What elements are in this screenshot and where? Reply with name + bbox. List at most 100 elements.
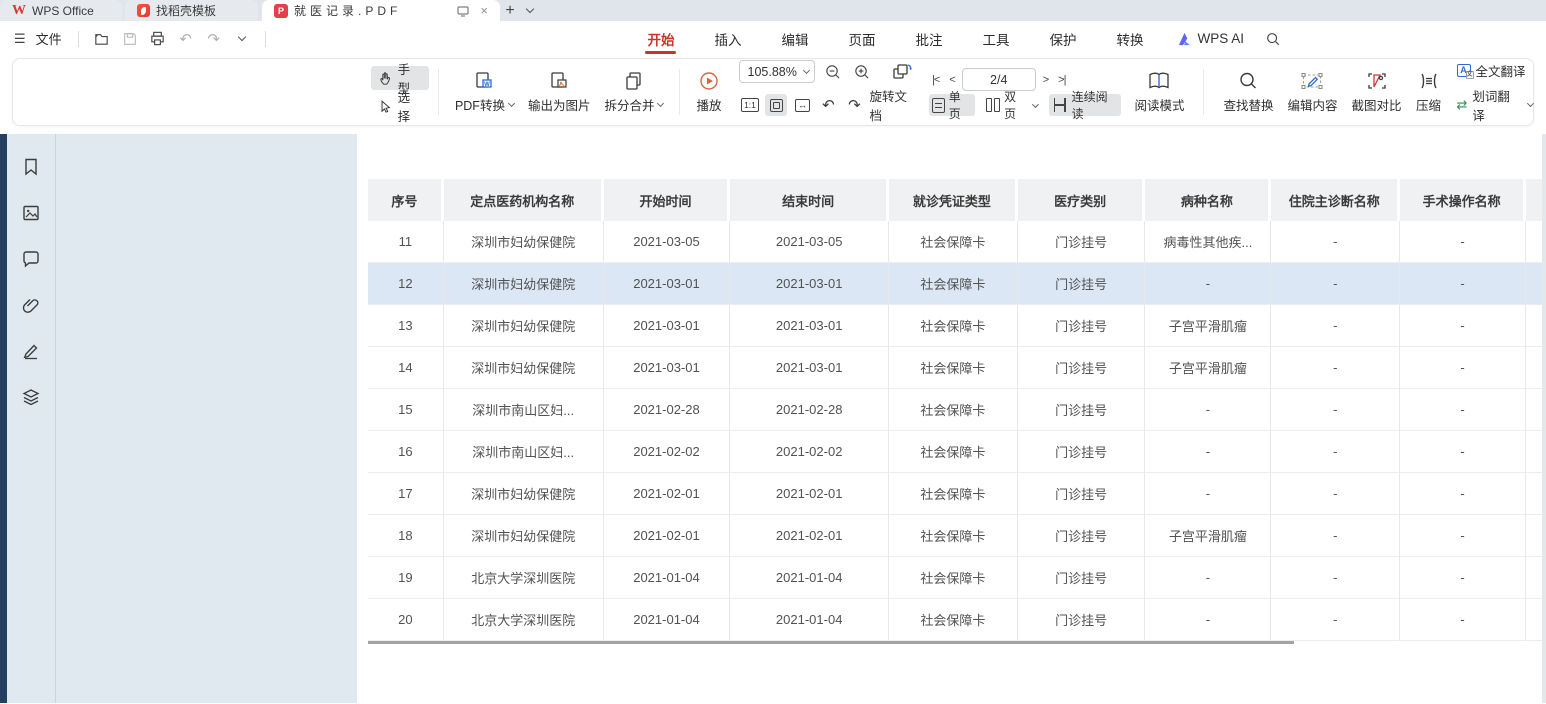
svg-text:W: W bbox=[485, 82, 491, 88]
undo-icon[interactable]: ↶ bbox=[177, 30, 195, 48]
comment-icon[interactable] bbox=[20, 248, 42, 270]
table-cell: 深圳市妇幼保健院 bbox=[444, 221, 604, 263]
table-row[interactable]: 14深圳市妇幼保健院2021-03-012021-03-01社会保障卡门诊挂号子… bbox=[368, 347, 1546, 389]
table-cell: 社会保障卡 bbox=[889, 599, 1018, 641]
table-cell: 2021-01-04 bbox=[730, 599, 889, 641]
wps-logo-icon: W bbox=[12, 3, 26, 19]
split-merge-button[interactable]: 拆分合并 bbox=[597, 68, 670, 116]
detach-window-icon[interactable] bbox=[454, 2, 472, 20]
rotate-doc-label[interactable]: 旋转文档 bbox=[869, 86, 917, 124]
docer-icon bbox=[137, 4, 150, 17]
select-tool-button[interactable]: 选择 bbox=[371, 94, 429, 118]
table-cell: - bbox=[1271, 389, 1400, 431]
table-row[interactable]: 16深圳市南山区妇...2021-02-022021-02-02社会保障卡门诊挂… bbox=[368, 431, 1546, 473]
screenshot-compare-icon bbox=[1365, 70, 1389, 92]
menu-tab-page[interactable]: 页面 bbox=[828, 21, 895, 56]
print-icon[interactable] bbox=[149, 30, 167, 48]
table-cell: 20 bbox=[368, 599, 444, 641]
table-row[interactable]: 15深圳市南山区妇...2021-02-282021-02-28社会保障卡门诊挂… bbox=[368, 389, 1546, 431]
column-header: 手术操作名称 bbox=[1400, 179, 1526, 221]
menu-tab-comment[interactable]: 批注 bbox=[895, 21, 962, 56]
edit-content-button[interactable]: 编辑内容 bbox=[1280, 68, 1344, 116]
bookmark-icon[interactable] bbox=[20, 156, 42, 178]
last-page-icon[interactable]: >| bbox=[1055, 74, 1068, 86]
table-row[interactable]: 11深圳市妇幼保健院2021-03-052021-03-05社会保障卡门诊挂号病… bbox=[368, 221, 1546, 263]
fit-page-button[interactable] bbox=[765, 94, 787, 116]
continuous-icon bbox=[1052, 98, 1068, 112]
tab-document-active[interactable]: P 就医记录.PDF × bbox=[262, 0, 500, 21]
table-row[interactable]: 18深圳市妇幼保健院2021-02-012021-02-01社会保障卡门诊挂号子… bbox=[368, 515, 1546, 557]
quickbar-chevron-icon[interactable] bbox=[233, 30, 251, 48]
open-file-icon[interactable] bbox=[93, 30, 111, 48]
actual-size-button[interactable]: 1:1 bbox=[739, 94, 762, 116]
tab-docer-templates[interactable]: 找稻壳模板 bbox=[125, 0, 258, 21]
signature-icon[interactable] bbox=[20, 340, 42, 362]
find-replace-button[interactable]: 查找替换 bbox=[1216, 68, 1280, 116]
compress-button[interactable]: 压缩 bbox=[1409, 68, 1449, 116]
next-page-icon[interactable]: > bbox=[1040, 74, 1051, 86]
zoom-in-icon[interactable] bbox=[850, 61, 873, 83]
menu-tab-protect[interactable]: 保护 bbox=[1029, 21, 1096, 56]
screenshot-compare-button[interactable]: 截图对比 bbox=[1345, 68, 1409, 116]
word-translate-button[interactable]: ⇄ 划词翻译 bbox=[1457, 86, 1533, 124]
fit-width-button[interactable]: ↔ bbox=[791, 94, 813, 116]
search-icon[interactable] bbox=[1264, 30, 1282, 48]
layers-icon[interactable] bbox=[20, 386, 42, 408]
table-cell: - bbox=[1271, 515, 1400, 557]
zoom-level-select[interactable]: 105.88% bbox=[739, 60, 815, 83]
table-cell: 2021-01-04 bbox=[604, 557, 731, 599]
full-translate-button[interactable]: A文 全文翻译 bbox=[1457, 61, 1533, 80]
continuous-read-button[interactable]: 连续阅读 bbox=[1049, 94, 1122, 116]
pdf-convert-button[interactable]: W PDF转换 bbox=[448, 68, 521, 116]
menu-tab-insert[interactable]: 插入 bbox=[694, 21, 761, 56]
table-cell: - bbox=[1271, 221, 1400, 263]
output-image-button[interactable]: 输出为图片 bbox=[521, 68, 598, 116]
table-cell: 社会保障卡 bbox=[889, 473, 1018, 515]
play-button[interactable]: 播放 bbox=[689, 68, 728, 116]
new-tab-button[interactable]: + bbox=[500, 0, 520, 21]
table-cell: 2021-03-05 bbox=[730, 221, 889, 263]
menu-tab-tools[interactable]: 工具 bbox=[962, 21, 1029, 56]
attachment-icon[interactable] bbox=[20, 294, 42, 316]
compress-icon bbox=[1416, 70, 1442, 92]
redo-icon[interactable]: ↷ bbox=[205, 30, 223, 48]
table-row[interactable]: 17深圳市妇幼保健院2021-02-012021-02-01社会保障卡门诊挂号-… bbox=[368, 473, 1546, 515]
rotate-right-icon[interactable]: ↷ bbox=[843, 94, 865, 116]
table-cell: - bbox=[1145, 431, 1271, 473]
double-page-button[interactable]: 双页 bbox=[983, 94, 1041, 116]
rotate-left-icon[interactable]: ↶ bbox=[817, 94, 839, 116]
save-icon[interactable] bbox=[121, 30, 139, 48]
menu-tab-convert[interactable]: 转换 bbox=[1096, 21, 1163, 56]
zoom-out-icon[interactable] bbox=[821, 61, 844, 83]
navigation-panel[interactable] bbox=[55, 134, 356, 703]
tab-list-chevron-icon[interactable] bbox=[520, 0, 540, 21]
table-row[interactable]: 19北京大学深圳医院2021-01-042021-01-04社会保障卡门诊挂号-… bbox=[368, 557, 1546, 599]
table-cell: - bbox=[1400, 347, 1526, 389]
first-page-icon[interactable]: |< bbox=[929, 74, 942, 86]
column-header: 医疗类别 bbox=[1018, 179, 1146, 221]
single-page-button[interactable]: 单页 bbox=[929, 94, 975, 116]
table-row[interactable]: 13深圳市妇幼保健院2021-03-012021-03-01社会保障卡门诊挂号子… bbox=[368, 305, 1546, 347]
wps-ai-button[interactable]: WPS AI bbox=[1163, 31, 1258, 46]
thumbnail-icon[interactable] bbox=[20, 202, 42, 224]
table-cell: 门诊挂号 bbox=[1018, 347, 1146, 389]
tab-label: WPS Office bbox=[32, 4, 94, 18]
read-mode-button[interactable]: 阅读模式 bbox=[1127, 68, 1191, 116]
column-header: 结束时间 bbox=[730, 179, 889, 221]
menu-tab-home[interactable]: 开始 bbox=[627, 21, 694, 56]
table-cell: - bbox=[1400, 305, 1526, 347]
table-cell: - bbox=[1145, 263, 1271, 305]
table-cell: 2021-03-01 bbox=[730, 347, 889, 389]
table-cell: - bbox=[1145, 473, 1271, 515]
prev-page-icon[interactable]: < bbox=[946, 74, 957, 86]
menu-tab-edit[interactable]: 编辑 bbox=[761, 21, 828, 56]
close-tab-icon[interactable]: × bbox=[480, 3, 488, 18]
table-cell: 社会保障卡 bbox=[889, 515, 1018, 557]
tab-wps-office[interactable]: W WPS Office bbox=[0, 0, 122, 21]
main-menu-icon[interactable]: ☰ bbox=[14, 31, 26, 47]
pdf-page[interactable]: 序号定点医药机构名称开始时间结束时间就诊凭证类型医疗类别病种名称住院主诊断名称手… bbox=[356, 134, 1546, 703]
file-menu[interactable]: 文件 bbox=[36, 29, 62, 48]
table-row[interactable]: 12深圳市妇幼保健院2021-03-012021-03-01社会保障卡门诊挂号-… bbox=[368, 263, 1546, 305]
table-row[interactable]: 20北京大学深圳医院2021-01-042021-01-04社会保障卡门诊挂号-… bbox=[368, 599, 1546, 641]
table-cell: 2021-03-01 bbox=[604, 347, 731, 389]
